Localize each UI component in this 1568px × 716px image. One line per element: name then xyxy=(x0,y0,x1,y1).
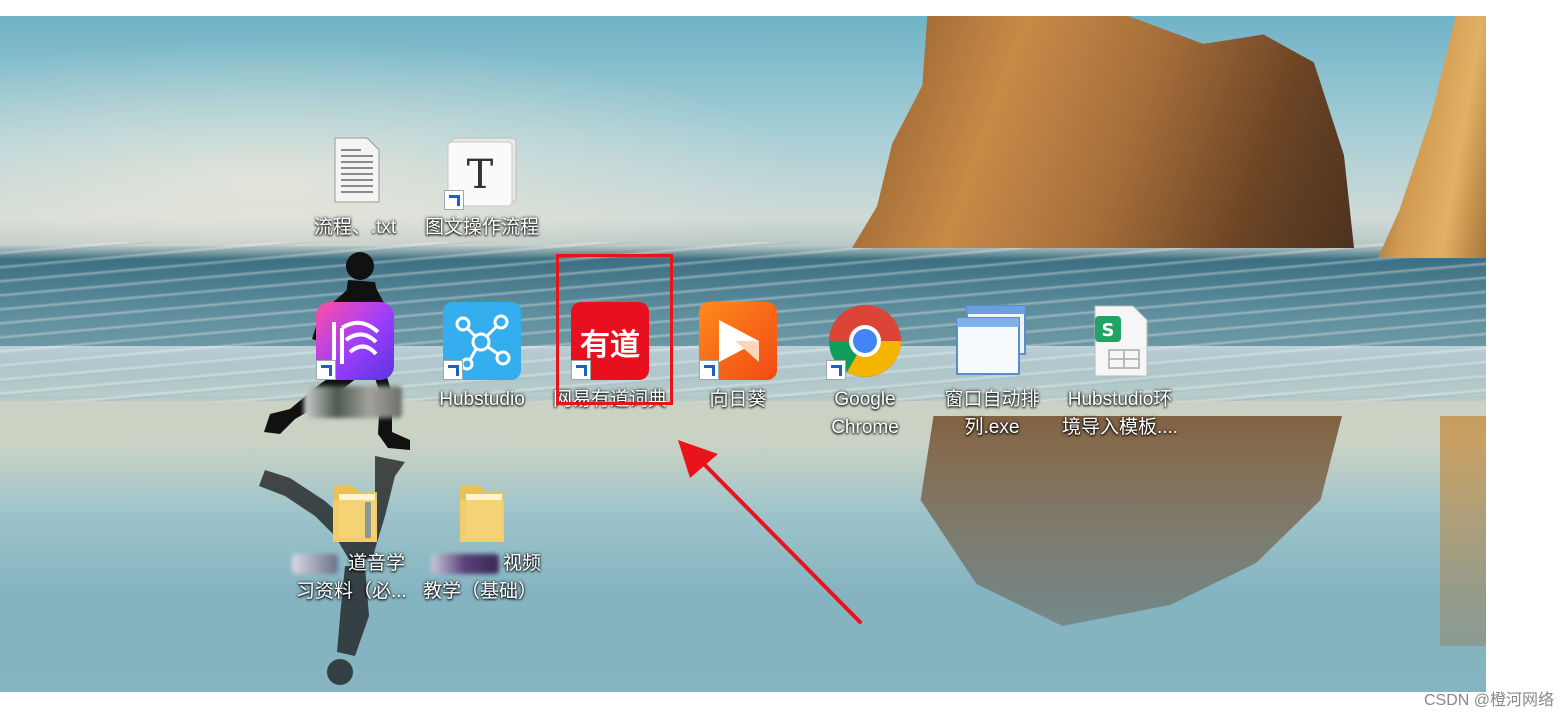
icon-label-line1: Google xyxy=(834,389,896,410)
icon-label: 向日葵 xyxy=(709,389,767,410)
icon-label-line2: 境导入模板.... xyxy=(1061,417,1179,438)
sheet-letter: S xyxy=(1102,320,1115,341)
icon-label: 流程、.txt xyxy=(313,217,397,238)
blurred-label xyxy=(292,554,338,574)
rock-formation xyxy=(852,16,1354,248)
desktop-icon-hubstudio-template[interactable]: S Hubstudio环 境导入模板.... xyxy=(1055,302,1185,442)
folder-icon xyxy=(452,476,512,546)
icon-label-line1: 窗口自动排 xyxy=(944,389,1040,410)
desktop-icon-window-arrange[interactable]: 窗口自动排 列.exe xyxy=(927,302,1057,442)
icon-label-line2: 教学（基础） xyxy=(423,581,538,602)
sunflower-remote-icon xyxy=(699,302,777,380)
desktop-icon-txt-file[interactable]: 流程、.txt xyxy=(290,134,420,242)
desktop-icon-doc-shortcut[interactable]: T 图文操作流程 xyxy=(417,134,547,242)
desktop-icon-google-chrome[interactable]: Google Chrome xyxy=(800,302,930,442)
shortcut-arrow-icon xyxy=(443,360,463,380)
watermark: CSDN @橙河网络 xyxy=(1423,692,1554,709)
rock-formation-right xyxy=(1378,16,1486,258)
highlight-box xyxy=(556,254,673,405)
desktop-icon-hubstudio[interactable]: Hubstudio xyxy=(417,302,547,414)
desktop-icon-folder-1[interactable]: 道音学 习资料（必... xyxy=(290,476,420,602)
blurred-label xyxy=(304,386,402,418)
shortcut-arrow-icon xyxy=(826,360,846,380)
shortcut-arrow-icon xyxy=(444,190,464,210)
desktop-icon-app-blurred[interactable] xyxy=(290,302,420,418)
rock-reflection-right xyxy=(1440,416,1486,646)
icon-label-line2: 列.exe xyxy=(964,417,1020,438)
shortcut-arrow-icon xyxy=(699,360,719,380)
app-icon xyxy=(316,302,394,380)
desktop-icon-folder-2[interactable]: 视频 教学（基础） xyxy=(417,476,547,602)
desktop-icon-xiangrikui[interactable]: 向日葵 xyxy=(673,302,803,414)
window-app-icon xyxy=(953,302,1031,380)
icon-label-line1: 道音学 xyxy=(348,553,406,574)
icon-label: 图文操作流程 xyxy=(424,217,539,238)
blurred-label xyxy=(431,554,499,574)
icon-label: Hubstudio xyxy=(439,389,525,410)
icon-label-line1: Hubstudio环 xyxy=(1067,389,1173,410)
text-file-icon xyxy=(327,136,383,204)
spreadsheet-file-icon: S xyxy=(1085,302,1155,380)
annotation-arrow xyxy=(678,440,862,624)
chrome-icon xyxy=(826,302,904,380)
document-icon: T xyxy=(444,134,520,210)
folder-icon xyxy=(325,476,385,546)
icon-label-line1: 视频 xyxy=(503,553,542,574)
doc-letter: T xyxy=(467,152,494,198)
icon-label-line2: 习资料（必... xyxy=(296,581,407,602)
shortcut-arrow-icon xyxy=(316,360,336,380)
hubstudio-icon xyxy=(443,302,521,380)
